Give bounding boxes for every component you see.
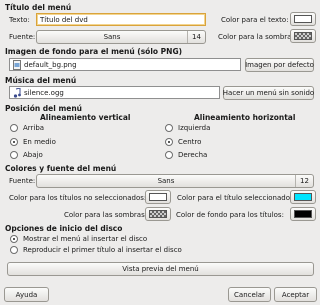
background-file-chooser[interactable]: default_bg.png (9, 58, 241, 71)
selected-color-swatch (294, 193, 312, 201)
radio-vertical-bottom[interactable]: Abajo (10, 151, 43, 159)
text-color-button[interactable] (290, 12, 316, 26)
background-section: Imagen de fondo para el menú (sólo PNG) (5, 47, 183, 56)
menu-font-button[interactable]: Sans 12 (36, 174, 314, 188)
selected-color-button[interactable] (290, 190, 316, 204)
title-bg-color-label: Color de fondo para los títulos: (176, 211, 284, 219)
cancel-button[interactable]: Cancelar (228, 287, 271, 302)
title-bg-color-swatch (294, 210, 312, 218)
radio-circle (165, 151, 173, 159)
radio-label: Abajo (23, 151, 43, 159)
shadow-color-swatch (294, 32, 312, 40)
default-image-button[interactable]: Imagen por defecto (245, 58, 314, 72)
image-file-icon (13, 59, 21, 70)
text-color-swatch (294, 15, 312, 23)
radio-label: Mostrar el menú al insertar el disco (23, 235, 148, 243)
menu-font-name: Sans (157, 177, 175, 185)
start-options-section: Opciones de inicio del disco (5, 224, 123, 233)
music-file-chooser[interactable]: silence.ogg (9, 86, 220, 99)
menu-font-size: 12 (295, 175, 313, 187)
radio-circle (10, 151, 18, 159)
radio-circle (10, 124, 18, 132)
selected-color-label: Color para el título seleccionado: (177, 194, 293, 202)
preview-menu-button[interactable]: Vista previa del menú (7, 262, 314, 276)
shadows-color-label: Color para las sombras: (64, 211, 148, 219)
radio-label: En medio (23, 138, 56, 146)
radio-label: Arriba (23, 124, 45, 132)
menu-title-section: Título del menú (5, 3, 72, 12)
unselected-color-button[interactable] (145, 190, 171, 204)
vertical-align-heading: Alineamiento vertical (40, 113, 131, 122)
radio-circle (10, 138, 18, 146)
colors-section: Colores y fuente del menú (5, 164, 117, 173)
shadow-color-button[interactable] (290, 29, 316, 43)
unselected-color-swatch (149, 193, 167, 201)
unselected-color-label: Color para los títulos no seleccionados: (9, 194, 147, 202)
radio-vertical-top[interactable]: Arriba (10, 124, 44, 132)
radio-play-first[interactable]: Reproducir el primer título al insertar … (10, 246, 182, 254)
shadows-color-swatch (149, 210, 167, 218)
music-section: Música del menú (5, 76, 77, 85)
radio-horizontal-left[interactable]: Izquierda (165, 124, 210, 132)
radio-circle (165, 124, 173, 132)
text-label: Texto: (9, 16, 30, 24)
title-font-button[interactable]: Sans 14 (36, 30, 206, 44)
radio-horizontal-right[interactable]: Derecha (165, 151, 207, 159)
shadow-color-label: Color para la sombra: (218, 33, 294, 41)
no-sound-button[interactable]: Hacer un menú sin sonido (223, 86, 314, 100)
font-label: Fuente: (9, 33, 36, 41)
menu-font-label: Fuente: (9, 177, 36, 185)
radio-circle (10, 246, 18, 254)
music-file-name: silence.ogg (24, 88, 64, 97)
radio-circle (165, 138, 173, 146)
title-font-name: Sans (103, 33, 121, 41)
radio-label: Derecha (178, 151, 208, 159)
radio-circle (10, 235, 18, 243)
shadows-color-button[interactable] (145, 207, 171, 221)
background-file-name: default_bg.png (24, 60, 77, 69)
radio-show-menu[interactable]: Mostrar el menú al insertar el disco (10, 235, 147, 243)
radio-label: Centro (178, 138, 202, 146)
radio-horizontal-center[interactable]: Centro (165, 138, 201, 146)
horizontal-align-heading: Alineamiento horizontal (194, 113, 296, 122)
help-button[interactable]: Ayuda (4, 287, 49, 302)
title-font-size: 14 (187, 31, 205, 43)
title-bg-color-button[interactable] (290, 207, 316, 221)
radio-label: Izquierda (178, 124, 211, 132)
accept-button[interactable]: Aceptar (274, 287, 317, 302)
radio-vertical-middle[interactable]: En medio (10, 138, 56, 146)
text-color-label: Color para el texto: (221, 16, 289, 24)
audio-file-icon (13, 87, 21, 98)
title-text-input[interactable]: Título del dvd (36, 13, 206, 26)
radio-label: Reproducir el primer título al insertar … (23, 246, 182, 254)
position-section: Posición del menú (5, 104, 83, 113)
